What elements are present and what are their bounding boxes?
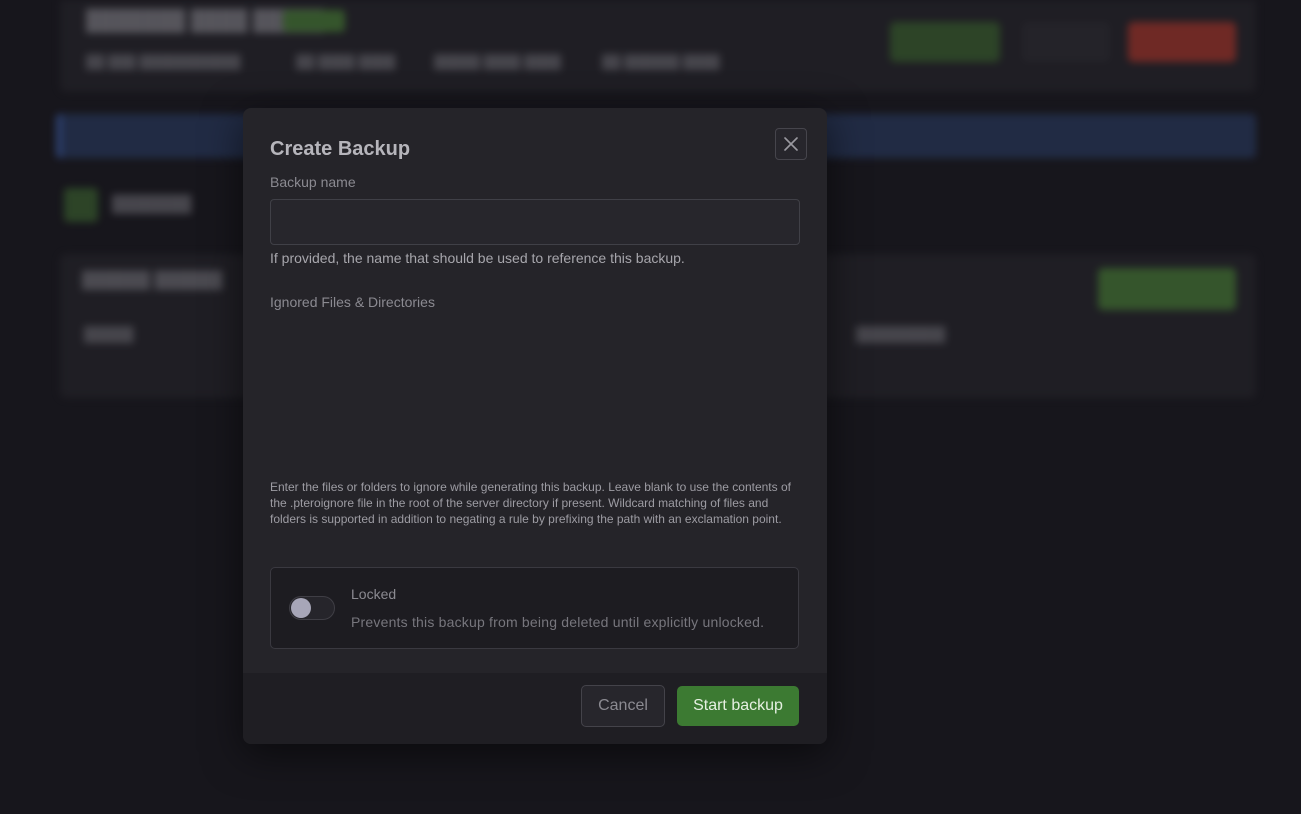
backups-tab-icon bbox=[64, 188, 98, 222]
create-backup-button-bg bbox=[1098, 268, 1236, 310]
start-server-button bbox=[890, 22, 1000, 62]
toggle-knob bbox=[291, 598, 311, 618]
locked-toggle[interactable] bbox=[289, 596, 335, 620]
create-backup-modal: Create Backup Backup name If provided, t… bbox=[243, 108, 827, 744]
backup-name-label: Backup name bbox=[270, 174, 356, 190]
server-stat: ██ ████ ████ bbox=[296, 54, 396, 69]
backups-tab: ███████ bbox=[112, 196, 192, 213]
table-header: █████████ bbox=[856, 326, 946, 342]
backups-card-title: ██████ ██████ bbox=[82, 272, 223, 289]
backup-name-input[interactable] bbox=[270, 199, 800, 245]
locked-title: Locked bbox=[351, 586, 397, 602]
modal-footer: Cancel Start backup bbox=[243, 673, 827, 744]
cancel-button[interactable]: Cancel bbox=[581, 685, 665, 727]
restart-server-button bbox=[1022, 22, 1110, 62]
start-backup-button[interactable]: Start backup bbox=[677, 686, 799, 726]
locked-description: Prevents this backup from being deleted … bbox=[351, 614, 765, 630]
status-badge bbox=[283, 10, 345, 32]
ignored-files-input[interactable] bbox=[270, 322, 800, 472]
ignored-files-label: Ignored Files & Directories bbox=[270, 294, 435, 310]
server-stat: ██ ██████ ████ bbox=[602, 54, 720, 69]
locked-option: Locked Prevents this backup from being d… bbox=[270, 567, 799, 649]
modal-title: Create Backup bbox=[270, 138, 411, 160]
server-stat: ██ ███ ███████████ bbox=[86, 54, 241, 69]
close-button[interactable] bbox=[775, 128, 807, 160]
ignored-files-help: Enter the files or folders to ignore whi… bbox=[270, 480, 791, 526]
close-icon bbox=[784, 137, 798, 151]
server-stat: █████ ████ ████ bbox=[434, 54, 561, 69]
backup-name-help: If provided, the name that should be use… bbox=[270, 250, 685, 266]
stop-server-button bbox=[1128, 22, 1236, 62]
table-header: █████ bbox=[84, 326, 134, 342]
